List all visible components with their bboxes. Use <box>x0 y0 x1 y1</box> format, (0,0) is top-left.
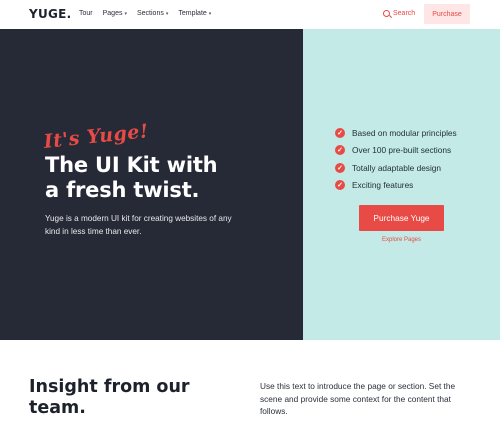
nav-link-tour[interactable]: Tour <box>79 10 93 17</box>
chevron-down-icon: ▾ <box>165 10 169 17</box>
section-title: Insight from our team. <box>29 377 229 419</box>
explore-pages-link[interactable]: Explore Pages <box>359 237 444 243</box>
purchase-yuge-button[interactable]: Purchase Yuge <box>359 205 444 231</box>
nav-links: Tour Pages ▾ Sections ▾ Template ▾ <box>79 10 211 17</box>
check-circle-icon: ✓ <box>335 180 345 191</box>
feature-item: ✓ Totally adaptable design <box>335 159 457 177</box>
nav-link-label: Pages <box>102 10 123 17</box>
section-intro: Use this text to introduce the page or s… <box>260 381 456 417</box>
feature-label: Exciting features <box>352 180 414 191</box>
chevron-down-icon: ▾ <box>124 10 127 17</box>
hero-headline-line: a fresh twist. <box>45 178 200 202</box>
nav-link-label: Sections <box>137 10 164 17</box>
feature-label: Totally adaptable design <box>352 162 442 173</box>
nav-link-pages[interactable]: Pages ▾ <box>103 10 127 17</box>
search-label: Search <box>393 10 416 17</box>
hero-subtext: Yuge is a modern UI kit for creating web… <box>45 214 232 236</box>
hero-headline-line: The UI Kit with <box>45 153 218 177</box>
section-title-line: team. <box>29 398 86 418</box>
feature-item: ✓ Based on modular principles <box>335 124 457 142</box>
check-circle-icon: ✓ <box>335 127 345 138</box>
purchase-button[interactable]: Purchase <box>424 4 470 24</box>
nav-link-sections[interactable]: Sections ▾ <box>137 10 168 17</box>
chevron-down-icon: ▾ <box>208 10 212 17</box>
logo[interactable]: YUGE. <box>29 7 72 21</box>
feature-label: Over 100 pre-built sections <box>352 145 452 156</box>
search-button[interactable]: Search <box>383 10 415 17</box>
top-navbar: YUGE. Tour Pages ▾ Sections ▾ Template ▾… <box>0 0 500 29</box>
feature-list: ✓ Based on modular principles ✓ Over 100… <box>335 124 457 194</box>
section-title-line: Insight from our <box>29 377 190 397</box>
nav-link-template[interactable]: Template ▾ <box>178 10 211 17</box>
nav-link-label: Template <box>178 10 207 17</box>
feature-item: ✓ Over 100 pre-built sections <box>335 142 457 160</box>
check-circle-icon: ✓ <box>335 145 345 156</box>
nav-link-label: Tour <box>79 10 93 17</box>
feature-item: ✓ Exciting features <box>335 177 457 195</box>
feature-label: Based on modular principles <box>352 127 457 138</box>
search-icon <box>383 10 390 17</box>
check-circle-icon: ✓ <box>335 162 345 173</box>
hero-headline: The UI Kit with a fresh twist. <box>45 153 218 203</box>
